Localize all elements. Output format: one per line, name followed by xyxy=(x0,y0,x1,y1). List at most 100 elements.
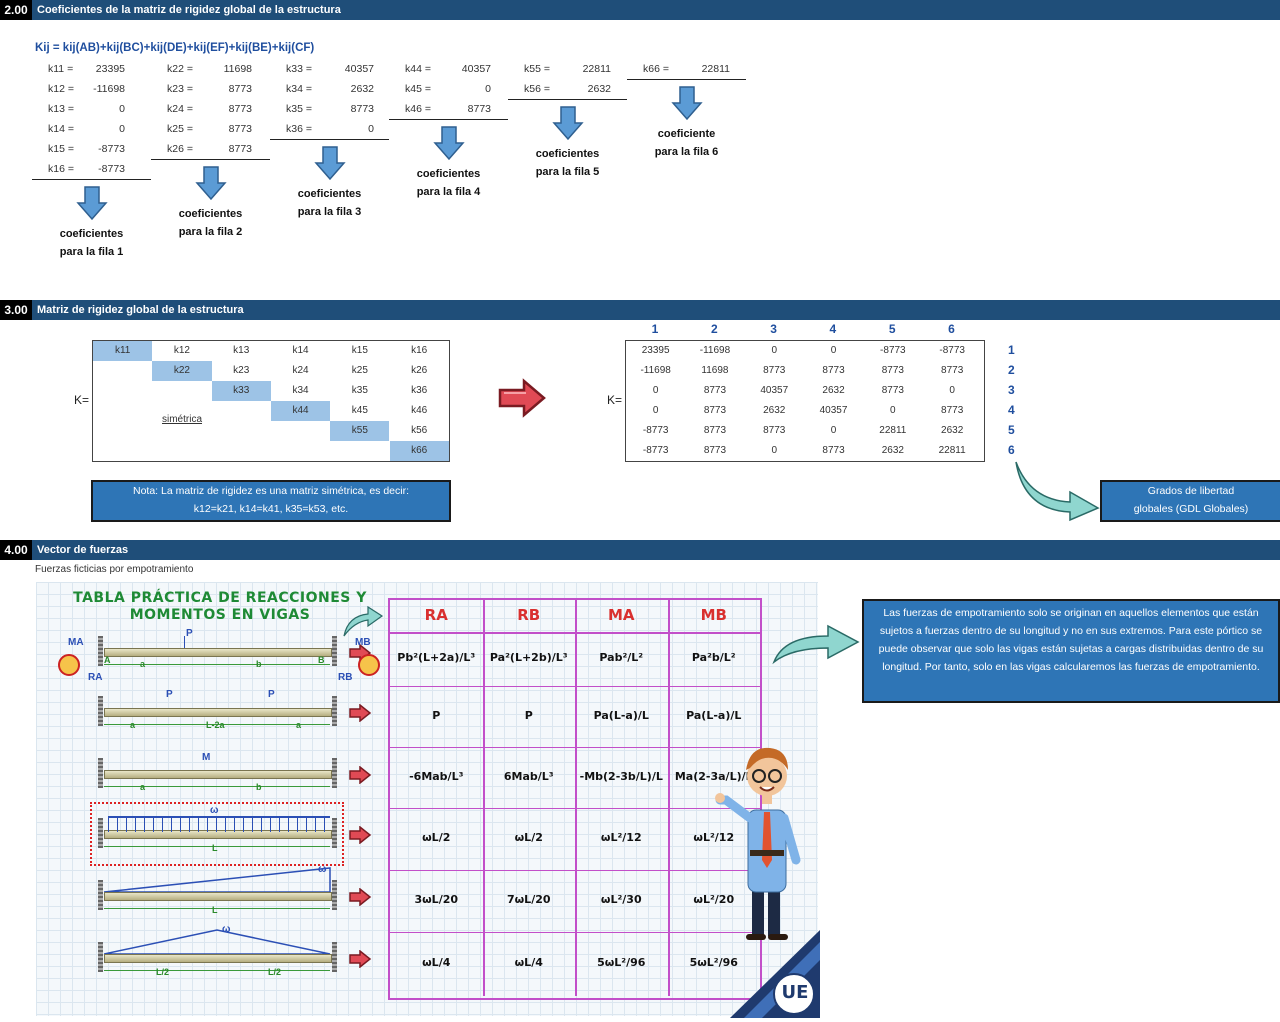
section-title: Coeficientes de la matriz de rigidez glo… xyxy=(37,4,341,16)
section-title: Matriz de rigidez global de la estructur… xyxy=(37,304,244,316)
matrix-value: 22811 xyxy=(938,445,966,456)
coef-value: 2632 xyxy=(587,83,611,95)
matrix-value: 2632 xyxy=(822,385,845,396)
table-formula: ωL²/12 xyxy=(600,831,642,844)
matrix-value: 8773 xyxy=(822,365,845,376)
down-arrow-icon xyxy=(552,106,584,141)
dim-a-label: a xyxy=(130,720,136,730)
section-number: 4.00 xyxy=(0,540,32,560)
table-header: MA xyxy=(607,606,635,624)
coef-label: k33 = xyxy=(286,63,312,75)
coef-label: k36 = xyxy=(286,123,312,135)
section-title: Vector de fuerzas xyxy=(37,544,129,556)
gdl-line-1: Grados de libertad xyxy=(1147,485,1235,497)
table-formula: ωL/2 xyxy=(422,831,451,844)
table-title-line-2: MOMENTOS EN VIGAS xyxy=(129,607,311,623)
matrix-cell: k66 xyxy=(389,441,449,461)
matrix-cell: k24 xyxy=(292,365,309,376)
coef-label: k25 = xyxy=(167,123,193,135)
matrix-col-header: 3 xyxy=(770,322,777,336)
matrix-row-header: 3 xyxy=(1008,383,1015,397)
red-arrow-icon xyxy=(349,950,372,968)
beam xyxy=(104,648,332,657)
coef-caption: coeficiente para la fila 6 xyxy=(627,125,746,161)
coef-label: k23 = xyxy=(167,83,193,95)
coef-value: 8773 xyxy=(228,83,252,95)
matrix-value: 8773 xyxy=(941,405,964,416)
coef-divider xyxy=(389,119,508,120)
table-row-divider xyxy=(390,632,760,634)
title-arrow-icon xyxy=(343,605,384,637)
peak-load xyxy=(104,929,331,954)
coef-divider xyxy=(151,159,270,160)
coef-label: k26 = xyxy=(167,143,193,155)
matrix-cell: k45 xyxy=(351,405,368,416)
table-row-divider xyxy=(390,870,760,871)
coef-value: 8773 xyxy=(228,143,252,155)
fixed-support-left xyxy=(98,636,103,666)
moment-m-label: M xyxy=(202,752,211,763)
table-formula: P xyxy=(432,708,441,722)
coef-value: 2632 xyxy=(350,83,374,95)
note-box: Nota: La matriz de rigidez es una matriz… xyxy=(91,480,451,522)
table-row-divider xyxy=(390,808,760,809)
dim-l2a-label: L-2a xyxy=(206,720,225,730)
matrix-cell: k22 xyxy=(152,361,212,381)
matrix-cell: k23 xyxy=(233,365,250,376)
formula-table: RA RB MA MB Pb²(L+2a)/L³ Pa²(L+2b)/L³ Pab²/L² P… xyxy=(388,598,762,1000)
matrix-value: 0 xyxy=(949,385,955,396)
matrix-cell: k33 xyxy=(211,381,271,401)
beam xyxy=(104,892,332,901)
table-header: RB xyxy=(517,606,541,624)
k-label-symbolic: K= xyxy=(74,393,90,407)
reaction-a-label: RA xyxy=(88,672,103,683)
table-formula: 7ωL/20 xyxy=(506,893,551,906)
dim-a-label: a xyxy=(140,659,146,669)
fixed-support-left xyxy=(98,696,103,726)
beam xyxy=(104,708,332,717)
matrix-cell: k44 xyxy=(270,401,331,421)
matrix-value: -11698 xyxy=(699,345,731,356)
coef-label: k66 = xyxy=(643,63,669,75)
matrix-cell: k35 xyxy=(351,385,368,396)
coef-value: 0 xyxy=(119,103,125,115)
matrix-value: 0 xyxy=(830,345,837,356)
section-header-3: 3.00 Matriz de rigidez global de la estr… xyxy=(0,300,1280,320)
teacher-illustration xyxy=(715,747,801,940)
fixed-support-right xyxy=(332,636,337,666)
coef-label: k55 = xyxy=(524,63,550,75)
coef-value: 22811 xyxy=(582,63,611,75)
coef-value: 8773 xyxy=(467,103,491,115)
coef-caption-line-2: para la fila 4 xyxy=(416,186,481,198)
matrix-value: 0 xyxy=(652,385,659,396)
matrix-row-header: 5 xyxy=(1008,423,1015,437)
matrix-value: 8773 xyxy=(703,425,727,436)
dim-l-label: L xyxy=(212,843,218,853)
moment-a-label: MA xyxy=(68,637,84,648)
matrix-value: -8773 xyxy=(939,345,965,356)
dim-b-label: b xyxy=(256,659,262,669)
load-w-label: ω xyxy=(210,805,219,816)
matrix-value: 0 xyxy=(830,425,837,436)
matrix-col-header: 5 xyxy=(888,322,896,336)
matrix-value: 0 xyxy=(771,445,778,456)
fixed-support-right xyxy=(332,696,337,726)
coef-caption-line-2: para la fila 6 xyxy=(654,146,719,158)
beam xyxy=(104,770,332,779)
table-formula: Pab²/L² xyxy=(599,651,644,664)
matrix-cell: k55 xyxy=(330,421,390,441)
table-formula: Pb²(L+2a)/L³ xyxy=(397,651,476,664)
matrix-cell: k34 xyxy=(292,385,309,396)
matrix-cell: k46 xyxy=(411,405,428,416)
dim-lhalf-label: L/2 xyxy=(156,967,170,977)
coef-value: 0 xyxy=(485,83,491,95)
table-row-divider xyxy=(390,747,760,748)
table-formula: ωL²/30 xyxy=(600,893,642,906)
coef-caption-line-1: coeficientes xyxy=(535,148,600,160)
coef-caption: coeficientes para la fila 1 xyxy=(32,225,151,261)
coef-divider xyxy=(508,99,627,100)
note-line-1: Nota: La matriz de rigidez es una matriz… xyxy=(132,485,410,497)
coef-caption-line-1: coeficientes xyxy=(416,168,481,180)
matrix-value: 11698 xyxy=(701,365,729,376)
matrix-value: -8773 xyxy=(642,445,669,456)
